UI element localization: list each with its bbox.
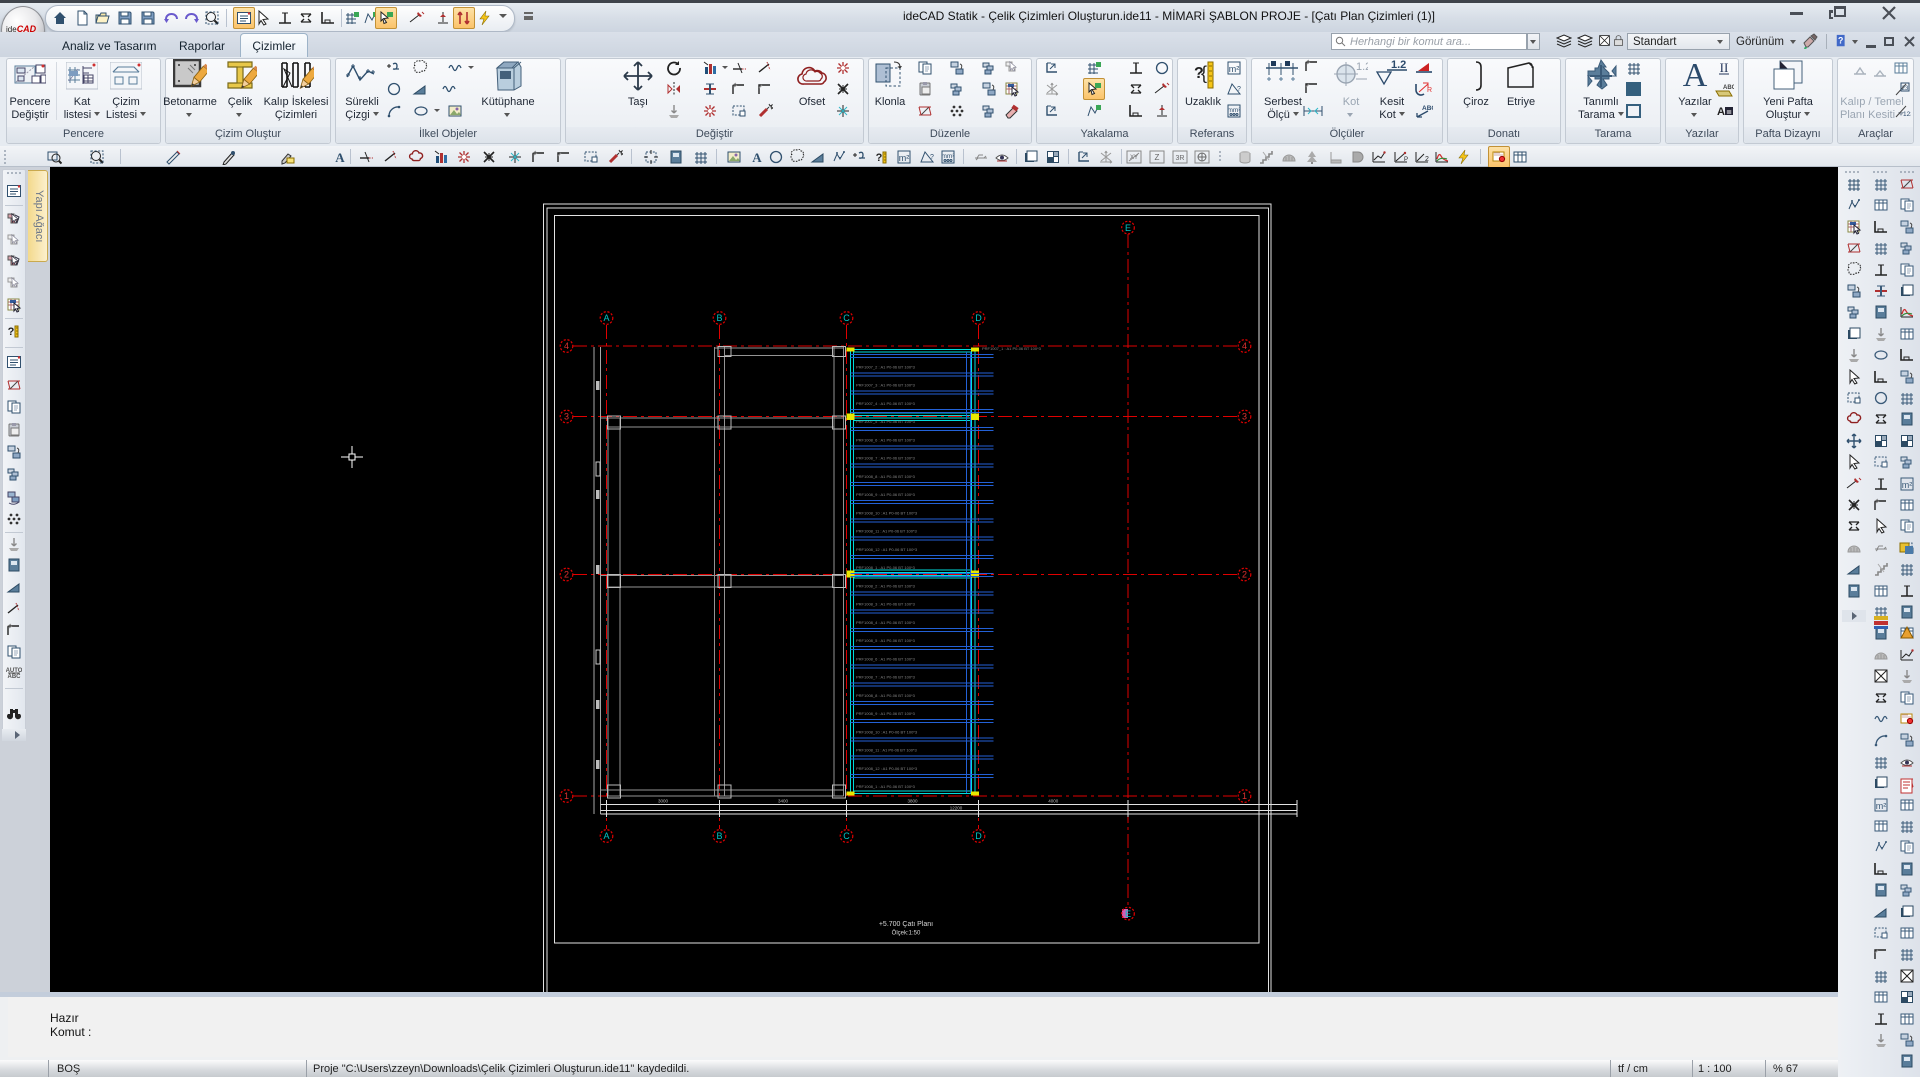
svg-text:m²: m² [899,153,910,163]
svg-text:A: A [603,313,609,323]
svg-text:A: A [1717,106,1725,118]
svg-text:?: ? [876,152,883,164]
svg-text:D: D [975,313,982,323]
svg-text:{: { [1201,63,1207,83]
svg-text:PRF1008_9 : A1 P0-06 BT 100*3: PRF1008_9 : A1 P0-06 BT 100*3 [856,492,916,497]
svg-text:1: 1 [564,791,569,801]
svg-text:PRF1008_11 : A1 P0-06 BT 100*3: PRF1008_11 : A1 P0-06 BT 100*3 [856,529,918,534]
svg-text:PRF1008_2 : A1 P0-06 BT 100*3: PRF1008_2 : A1 P0-06 BT 100*3 [856,583,916,588]
svg-text:1.2: 1.2 [1356,61,1368,73]
svg-text:?: ? [1838,36,1843,46]
svg-text:1: 1 [1242,791,1247,801]
svg-text:mm²: mm² [942,153,956,160]
svg-text:PRF1008_5 : A1 P0-06 BT 100*3: PRF1008_5 : A1 P0-06 BT 100*3 [856,638,916,643]
svg-text:R: R [1427,87,1432,94]
svg-text:PRF1008_12 : A1 P0-06 BT 100*3: PRF1008_12 : A1 P0-06 BT 100*3 [856,766,918,771]
svg-text:2: 2 [564,570,569,580]
svg-text:C: C [843,313,850,323]
svg-text:A: A [1683,58,1708,92]
svg-text:?: ? [1237,86,1241,93]
svg-text:123: 123 [1903,111,1911,118]
svg-text:23: 23 [1902,86,1909,92]
svg-text:A: A [603,831,609,841]
svg-text:2: 2 [1425,156,1429,163]
svg-text:PRF1008_11 : A1 P0-06 BT 100*3: PRF1008_11 : A1 P0-06 BT 100*3 [856,748,918,753]
svg-text:?: ? [930,154,934,161]
svg-text:PRF1008_7 : A1 P0-06 BT 100*3: PRF1008_7 : A1 P0-06 BT 100*3 [856,675,916,680]
svg-text:PRF1008_12 : A1 P0-06 BT 100*3: PRF1008_12 : A1 P0-06 BT 100*3 [856,547,918,552]
svg-text:A: A [752,150,762,165]
svg-text:3400: 3400 [778,799,789,804]
svg-text:3: 3 [1242,412,1247,422]
svg-text:PRF1008_6 : A1 P0-06 BT 100*3: PRF1008_6 : A1 P0-06 BT 100*3 [856,656,916,661]
svg-text:PRF1008_9 : A1 P0-06 BT 100*3: PRF1008_9 : A1 P0-06 BT 100*3 [856,711,916,716]
svg-text:ABC: ABC [8,674,22,680]
svg-text:m²: m² [1876,801,1887,811]
svg-text:≣: ≣ [1726,107,1732,116]
svg-text:PRF1007_5 : A1 P0-06 BT 100*3: PRF1007_5 : A1 P0-06 BT 100*3 [856,419,916,424]
svg-text:P: P [1404,157,1408,163]
svg-text:PRF1008_7 : A1 P0-06 BT 100*3: PRF1008_7 : A1 P0-06 BT 100*3 [856,456,916,461]
svg-text:3R: 3R [1176,155,1185,162]
svg-text:m²: m² [1229,64,1240,74]
svg-text:XY: XY [1130,155,1138,161]
svg-text:Ölçek:1:50: Ölçek:1:50 [892,930,921,937]
svg-text:B: B [716,313,722,323]
svg-text:D: D [975,831,982,841]
svg-text:1.2: 1.2 [1391,59,1406,71]
svg-text:PRF1008_1 : A1 P0-06 BT 100*3: PRF1008_1 : A1 P0-06 BT 100*3 [856,784,916,789]
svg-text:PRF1008_6 : A1 P0-06 BT 100*3: PRF1008_6 : A1 P0-06 BT 100*3 [856,437,916,442]
svg-text:A: A [335,150,345,165]
svg-text:ABC: ABC [1723,85,1734,91]
svg-text:4000: 4000 [1048,799,1059,804]
svg-text:PRF1007_3 : A1 P0-06 BT 100*3: PRF1007_3 : A1 P0-06 BT 100*3 [856,383,916,388]
svg-text:PRF1008_1 : A1 P0-06 BT 100*3: PRF1008_1 : A1 P0-06 BT 100*3 [856,565,916,570]
svg-text:3800: 3800 [907,799,918,804]
svg-text:PRF1008_8 : A1 P0-06 BT 100*3: PRF1008_8 : A1 P0-06 BT 100*3 [856,693,916,698]
svg-text:PRF1007_2 : A1 P0-06 BT 100*3: PRF1007_2 : A1 P0-06 BT 100*3 [856,364,916,369]
svg-text:PRF1008_10 : A1 P0-06 BT 100*3: PRF1008_10 : A1 P0-06 BT 100*3 [856,729,918,734]
svg-text:PRF1007_4 : A1 P0-06 BT 100*3: PRF1007_4 : A1 P0-06 BT 100*3 [856,401,916,406]
svg-text:E: E [1125,909,1131,919]
svg-text:4: 4 [564,341,569,351]
svg-text:PRF1008_8 : A1 P0-06 BT 100*3: PRF1008_8 : A1 P0-06 BT 100*3 [856,474,916,479]
svg-text:3000: 3000 [658,799,669,804]
svg-text:PRF1007_1 : A1 P0-06 BT 100*3: PRF1007_1 : A1 P0-06 BT 100*3 [982,346,1042,351]
svg-text:3: 3 [564,412,569,422]
svg-text:PRF1008_4 : A1 P0-06 BT 100*3: PRF1008_4 : A1 P0-06 BT 100*3 [856,620,916,625]
svg-text:+5.700 Çatı Planı: +5.700 Çatı Planı [879,921,933,928]
svg-text:m²: m² [1902,480,1913,490]
svg-text:PRF1008_3 : A1 P0-06 BT 100*3: PRF1008_3 : A1 P0-06 BT 100*3 [856,602,916,607]
svg-text:E: E [1125,223,1131,233]
svg-text:12200: 12200 [950,806,963,811]
svg-text:Z: Z [1155,153,1160,162]
svg-text:II: II [1720,60,1729,75]
svg-text:2: 2 [1242,570,1247,580]
svg-text:PRF1008_10 : A1 P0-06 BT 100*3: PRF1008_10 : A1 P0-06 BT 100*3 [856,510,918,515]
svg-text:?: ? [8,326,15,338]
svg-text:C: C [843,831,850,841]
svg-text:B: B [716,831,722,841]
svg-text:4: 4 [1242,341,1247,351]
